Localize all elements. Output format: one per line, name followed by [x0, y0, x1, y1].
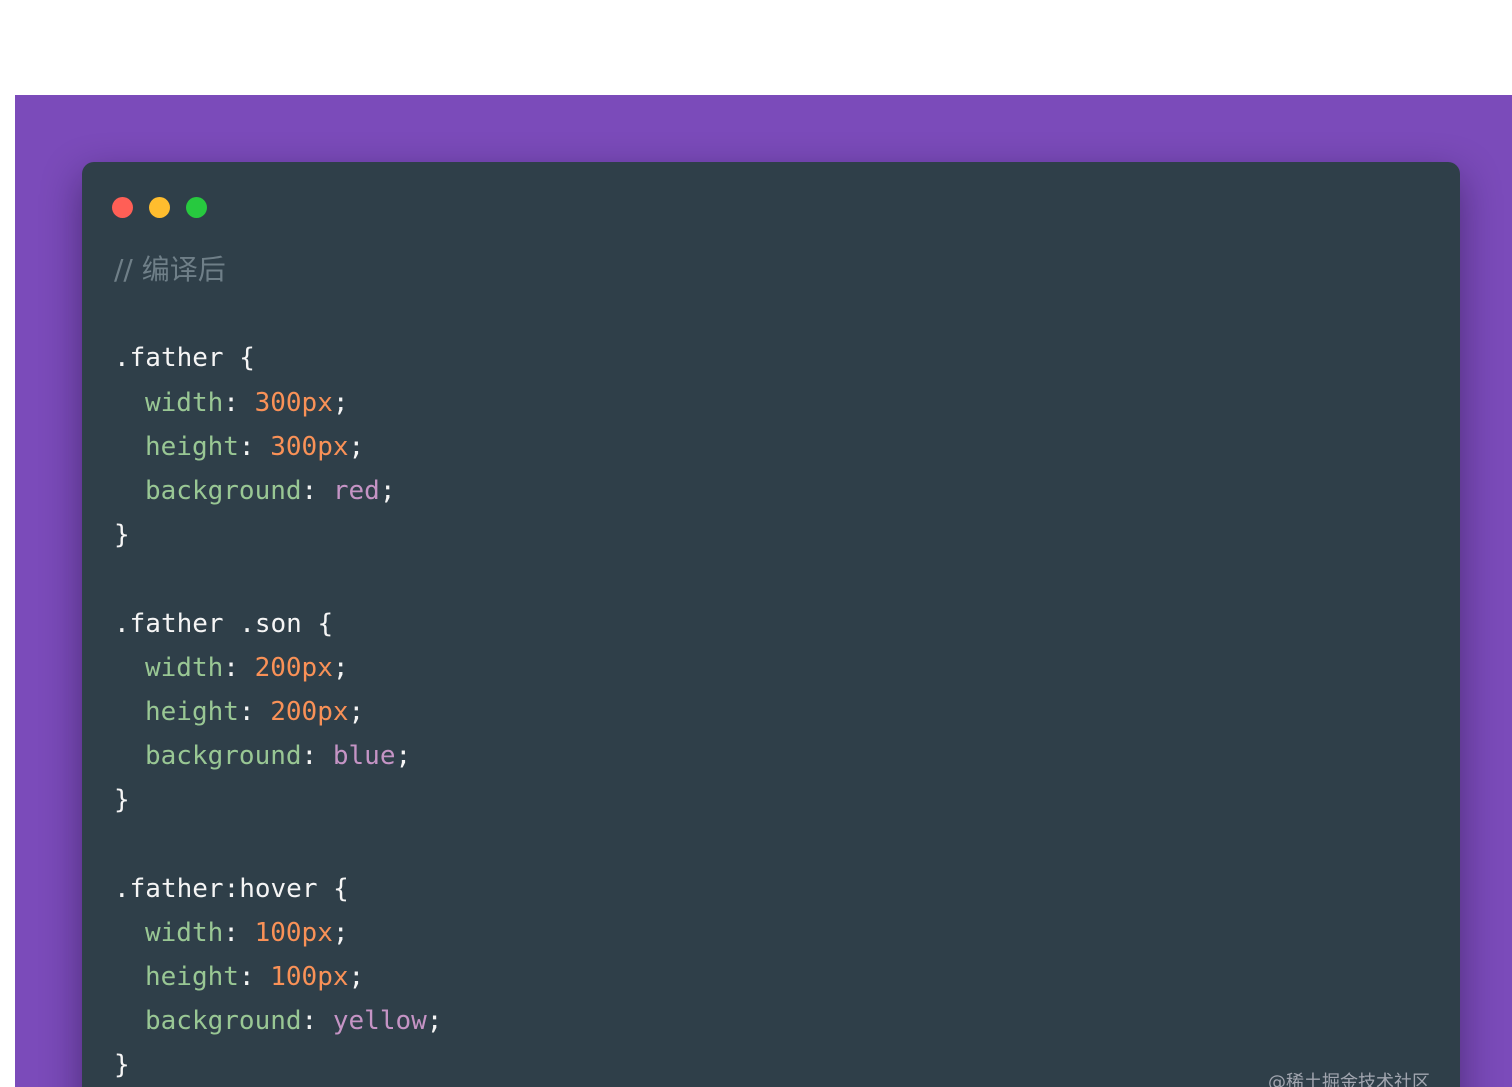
property-value: 300px	[254, 387, 333, 418]
property-name: height	[145, 696, 239, 727]
semicolon: ;	[332, 652, 349, 683]
semicolon: ;	[348, 696, 365, 727]
colon: :	[238, 962, 271, 992]
property-name: width	[145, 917, 224, 948]
minimize-dot-icon[interactable]	[149, 197, 170, 218]
property-name: width	[145, 387, 224, 418]
property-name: background	[145, 475, 302, 506]
colon: :	[301, 741, 333, 772]
code-comment: // 编译后	[114, 253, 226, 286]
colon: :	[238, 696, 271, 727]
declaration-line: background: yellow;	[114, 999, 442, 1043]
semicolon: ;	[348, 962, 365, 992]
selector-line: .father {	[114, 343, 255, 374]
property-value: blue	[332, 741, 396, 772]
colon: :	[301, 475, 333, 506]
window-controls	[112, 197, 207, 218]
property-value: yellow	[332, 1006, 427, 1037]
property-value: red	[332, 475, 380, 506]
declaration-line: height: 300px;	[114, 425, 442, 469]
semicolon: ;	[426, 1006, 443, 1037]
property-value: 100px	[270, 962, 349, 992]
colon: :	[223, 387, 255, 418]
property-name: height	[145, 962, 239, 992]
code-block: // 编译后 .father {width: 300px; height: 300…	[114, 248, 442, 1087]
selector-line: .father:hover {	[114, 873, 349, 904]
declaration-line: width: 200px;	[114, 646, 442, 690]
property-name: background	[145, 1006, 302, 1037]
colon: :	[223, 917, 255, 948]
closing-brace: }	[114, 520, 130, 551]
close-dot-icon[interactable]	[112, 197, 133, 218]
property-value: 200px	[270, 696, 349, 727]
property-value: 200px	[254, 652, 333, 683]
colon: :	[301, 1006, 333, 1037]
property-value: 300px	[270, 431, 349, 462]
semicolon: ;	[348, 431, 365, 462]
declaration-line: height: 100px;	[114, 955, 442, 999]
code-window: // 编译后 .father {width: 300px; height: 300…	[82, 162, 1460, 1087]
closing-brace: }	[114, 1050, 130, 1081]
property-value: 100px	[254, 917, 333, 948]
maximize-dot-icon[interactable]	[186, 197, 207, 218]
declaration-line: background: blue;	[114, 734, 442, 778]
semicolon: ;	[379, 475, 396, 506]
declaration-line: width: 100px;	[114, 911, 442, 955]
declaration-line: width: 300px;	[114, 381, 442, 425]
property-name: background	[145, 741, 302, 772]
colon: :	[223, 652, 255, 683]
purple-backdrop: // 编译后 .father {width: 300px; height: 300…	[15, 95, 1512, 1087]
semicolon: ;	[332, 917, 349, 948]
declaration-line: background: red;	[114, 469, 442, 513]
semicolon: ;	[395, 741, 412, 772]
property-name: width	[145, 652, 224, 683]
colon: :	[238, 431, 271, 462]
selector-line: .father .son {	[114, 608, 334, 639]
declaration-line: height: 200px;	[114, 690, 442, 734]
watermark: @稀土掘金技术社区	[1268, 1072, 1430, 1087]
property-name: height	[145, 431, 239, 462]
semicolon: ;	[332, 387, 349, 418]
closing-brace: }	[114, 785, 130, 816]
